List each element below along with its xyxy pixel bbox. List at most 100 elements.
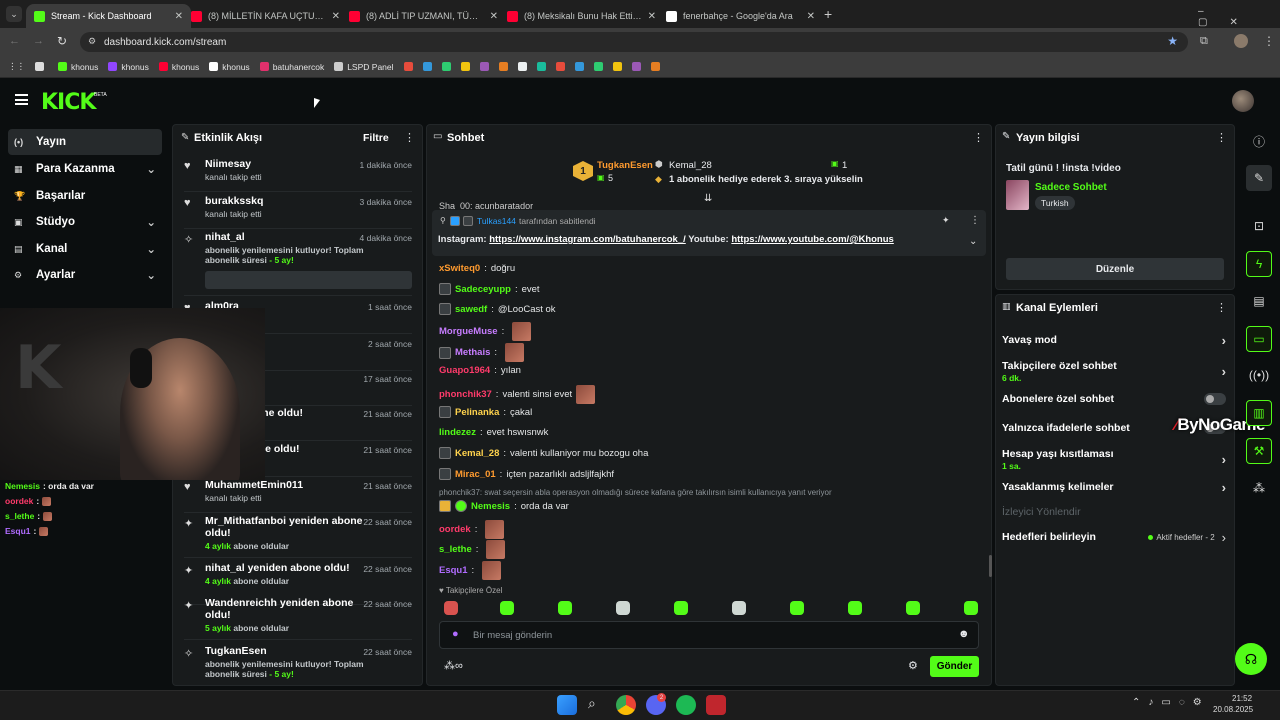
tab-search-button[interactable]: ⌄ — [6, 6, 22, 22]
unpin-icon[interactable]: ✦ — [942, 215, 950, 226]
support-chat-button[interactable]: ☊ — [1235, 643, 1267, 675]
quick-emote-icon[interactable] — [848, 601, 862, 615]
bookmark-favicon-icon[interactable] — [650, 62, 660, 71]
activity-menu-icon[interactable]: ⋮ — [404, 131, 415, 144]
sidebar-item-2[interactable]: 🏆 Başarılar — [8, 183, 162, 209]
bookmark-item[interactable]: khonus — [158, 62, 199, 72]
browser-menu-icon[interactable]: ⋮ — [1263, 34, 1275, 48]
hamburger-menu-icon[interactable] — [15, 94, 28, 105]
bookmark-favicon-icon[interactable] — [536, 62, 546, 71]
leader-user[interactable]: TugkanEsen — [597, 160, 653, 171]
chat-username[interactable]: Esqu1 — [439, 565, 468, 576]
chat-username[interactable]: sawedf — [455, 304, 487, 315]
user-avatar[interactable] — [1232, 90, 1254, 112]
extensions-icon[interactable]: ⧉ — [1200, 35, 1208, 48]
bookmark-item[interactable] — [35, 62, 48, 71]
channel-action-row[interactable]: Abonelere özel sohbet — [1002, 392, 1226, 406]
channel-action-row[interactable]: Hesap yaşı kısıtlaması 1 sa. › — [1002, 446, 1226, 472]
chat-username[interactable]: MorgueMuse — [439, 326, 498, 337]
broadcast-icon[interactable]: ((•)) — [1246, 362, 1272, 388]
channel-points-icon[interactable]: ⁂∞ — [444, 659, 463, 672]
bookmark-favicon-icon[interactable] — [612, 62, 622, 71]
channel-action-row[interactable]: Takipçilere özel sohbet 6 dk. › — [1002, 358, 1226, 384]
browser-tab[interactable]: (8) Meksikalı Bunu Hak Etti mi? ✕ — [499, 4, 664, 28]
chat-username[interactable]: Sadeceyupp — [455, 284, 511, 295]
emoji-picker-icon[interactable]: ☻ — [958, 628, 970, 640]
tab-close-icon[interactable]: ✕ — [175, 11, 183, 22]
event-user[interactable]: MuhammetEmin011 — [205, 479, 375, 491]
chat-username[interactable]: Mirac_01 — [455, 469, 496, 480]
more-tools-icon[interactable]: ⁂ — [1246, 475, 1272, 501]
chrome-taskbar-icon[interactable] — [616, 695, 636, 715]
sidebar-item-3[interactable]: ▣ Stüdyo ⌄ — [8, 209, 162, 235]
bookmark-favicon-icon[interactable] — [631, 62, 641, 71]
system-tray[interactable]: ⌃♪▭◌⚙ — [1132, 697, 1210, 708]
sidebar-item-5[interactable]: ⚙ Ayarlar ⌄ — [8, 262, 162, 288]
filter-button[interactable]: Filtre — [363, 132, 389, 144]
category-link[interactable]: Sadece Sohbet — [1035, 182, 1107, 193]
apps-grid-icon[interactable]: ⋮⋮ — [8, 61, 25, 72]
quick-emote-icon[interactable] — [674, 601, 688, 615]
channel-actions-icon[interactable]: ▥ — [1246, 400, 1272, 426]
chat-popout-icon[interactable]: ▭ — [1246, 326, 1272, 352]
sidebar-item-0[interactable]: (•) Yayın — [8, 129, 162, 155]
start-menu-icon[interactable] — [557, 695, 577, 715]
flash-icon[interactable]: ϟ — [1246, 251, 1272, 277]
bookmark-star-icon[interactable]: ★ — [1167, 34, 1178, 48]
bookmark-favicon-icon[interactable] — [403, 62, 413, 71]
reload-icon[interactable]: ↻ — [57, 34, 67, 48]
tab-close-icon[interactable]: ✕ — [648, 11, 656, 22]
quick-emote-icon[interactable] — [616, 601, 630, 615]
profile-avatar[interactable] — [1234, 34, 1248, 48]
bookmark-favicon-icon[interactable] — [574, 62, 584, 71]
collapse-pinned-icon[interactable]: ⇊ — [704, 193, 712, 204]
chat-username[interactable]: Kemal_28 — [455, 448, 499, 459]
window-controls[interactable]: –▢✕ — [1198, 6, 1280, 28]
browser-tab[interactable]: (8) ADLİ TIP UZMANI, TÜRK DÜ… ✕ — [341, 4, 506, 28]
event-user[interactable]: TugkanEsen — [205, 645, 375, 657]
app-taskbar-icon[interactable] — [706, 695, 726, 715]
bookmark-favicon-icon[interactable] — [517, 62, 527, 71]
edit-button[interactable]: Düzenle — [1006, 258, 1224, 280]
sidebar-item-4[interactable]: ▤ Kanal ⌄ — [8, 236, 162, 262]
chat-menu-icon[interactable]: ⋮ — [973, 131, 984, 144]
browser-tab[interactable]: fenerbahçe - Google'da Ara ✕ — [658, 4, 823, 28]
tab-close-icon[interactable]: ✕ — [490, 11, 498, 22]
quick-emote-icon[interactable] — [906, 601, 920, 615]
bookmark-item[interactable]: LSPD Panel — [334, 62, 394, 72]
expand-chevron-icon[interactable]: ⌄ — [969, 236, 977, 247]
browser-tab[interactable]: (8) MİLLETİN KAFA UÇTU 5Srid… ✕ — [183, 4, 348, 28]
tab-close-icon[interactable]: ✕ — [807, 11, 815, 22]
bookmark-item[interactable]: batuhanercok — [259, 62, 324, 72]
send-button[interactable]: Gönder — [930, 656, 979, 677]
instagram-link[interactable]: https://www.instagram.com/batuhanercok_/ — [489, 234, 686, 245]
chat-username[interactable]: Methais — [455, 347, 490, 358]
clock-time[interactable]: 21:52 — [1232, 694, 1252, 703]
chat-username[interactable]: xSwiteq0 — [439, 263, 480, 274]
forward-icon[interactable]: → — [33, 35, 44, 47]
channel-action-row[interactable]: Yasaklanmış kelimeler › — [1002, 480, 1226, 495]
channel-action-row[interactable]: Yavaş mod › — [1002, 333, 1226, 348]
youtube-link[interactable]: https://www.youtube.com/@Khonus — [731, 234, 894, 245]
bookmark-favicon-icon[interactable] — [479, 62, 489, 71]
event-user[interactable]: nihat_al — [205, 231, 375, 243]
quick-emote-icon[interactable] — [732, 601, 746, 615]
notes-icon[interactable]: ▤ — [1246, 288, 1272, 314]
bookmark-item[interactable]: khonus — [108, 62, 149, 72]
bookmark-item[interactable]: khonus — [209, 62, 250, 72]
new-tab-button[interactable]: + — [824, 6, 832, 22]
bookmark-favicon-icon[interactable] — [460, 62, 470, 71]
chat-username[interactable]: phonchik37 — [439, 389, 492, 400]
address-bar[interactable]: ⚙ dashboard.kick.com/stream ★ — [80, 32, 1188, 52]
chat-username[interactable]: lindezez — [439, 427, 476, 438]
clip-icon[interactable]: ⊡ — [1246, 213, 1272, 239]
channel-action-row[interactable]: Hedefleri belirleyin Aktif hedefler - 2 › — [1002, 530, 1226, 545]
bookmark-favicon-icon[interactable] — [593, 62, 603, 71]
event-user[interactable]: Wandenreichh yeniden abone oldu! — [205, 597, 375, 621]
chat-username[interactable]: Pelinanka — [455, 407, 499, 418]
channel-actions-menu-icon[interactable]: ⋮ — [1216, 301, 1227, 314]
chat-username[interactable]: Guapo1964 — [439, 365, 490, 376]
tab-close-icon[interactable]: ✕ — [332, 11, 340, 22]
sidebar-item-1[interactable]: ▦ Para Kazanma ⌄ — [8, 156, 162, 182]
event-user[interactable]: burakksskq — [205, 195, 375, 207]
